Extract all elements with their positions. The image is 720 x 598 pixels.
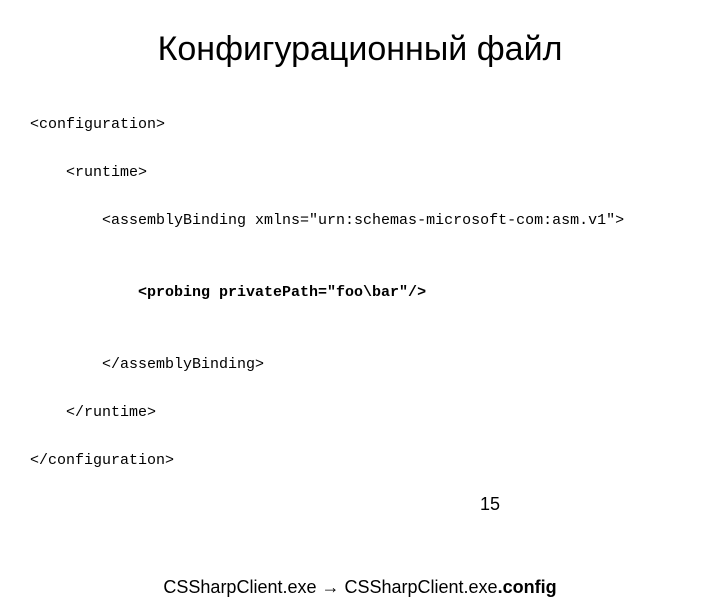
code-line: </runtime> xyxy=(30,401,720,425)
caption-text: CSSharpClient.exe → CSSharpClient.exe xyxy=(163,577,497,597)
slide-title: Конфигурационный файл xyxy=(0,0,720,89)
code-line: <runtime> xyxy=(30,161,720,185)
code-line-highlight: <probing privatePath="foo\bar"/> xyxy=(30,281,720,305)
code-line: </assemblyBinding> xyxy=(30,353,720,377)
code-line: <configuration> xyxy=(30,113,720,137)
config-code: <configuration> <runtime> <assemblyBindi… xyxy=(0,89,720,497)
page-number: 15 xyxy=(480,494,500,515)
code-line: </configuration> xyxy=(30,449,720,473)
caption-bold: .config xyxy=(498,577,557,597)
file-mapping-caption: CSSharpClient.exe → CSSharpClient.exe.co… xyxy=(0,577,720,598)
code-line: <assemblyBinding xmlns="urn:schemas-micr… xyxy=(30,209,720,233)
